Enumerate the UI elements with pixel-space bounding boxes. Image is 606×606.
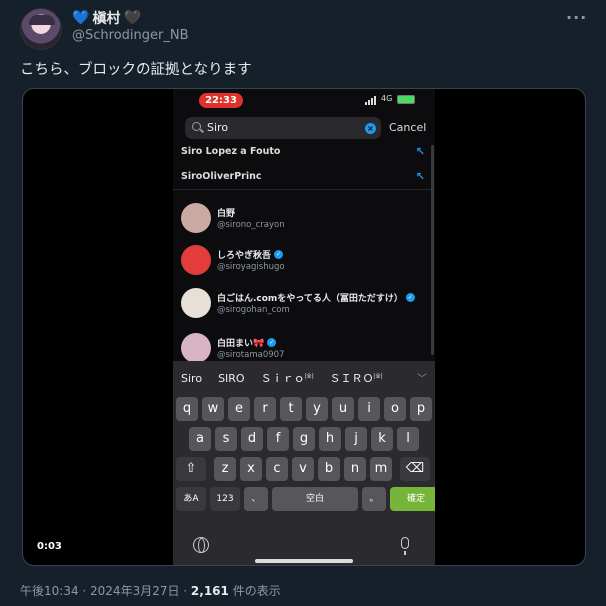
key-o[interactable]: o	[384, 397, 406, 421]
tweet-meta: 午後10:34 · 2024年3月27日 · 2,161 件の表示	[20, 582, 281, 599]
suggestion-text: SiroOliverPrinc	[181, 171, 262, 182]
kana-toggle-key[interactable]: あA	[176, 487, 206, 511]
key-e[interactable]: e	[228, 397, 250, 421]
key-w[interactable]: w	[202, 397, 224, 421]
key-h[interactable]: h	[319, 427, 341, 451]
author-avatar[interactable]	[20, 8, 62, 50]
suggestion-text: Siro Lopez a Fouto	[181, 146, 281, 157]
key-i[interactable]: i	[358, 397, 380, 421]
author-name[interactable]: 槇村	[92, 8, 120, 28]
user-handle: @sirono_crayon	[217, 220, 285, 230]
confirm-key[interactable]: 確定	[390, 487, 435, 511]
key-c[interactable]: c	[266, 457, 288, 481]
key-z[interactable]: z	[214, 457, 236, 481]
candidate-item[interactable]: Ｓｉｒｏ[全]	[261, 370, 314, 386]
avatar	[181, 245, 211, 275]
key-a[interactable]: a	[189, 427, 211, 451]
globe-icon[interactable]	[193, 537, 209, 553]
arrow-up-left-icon: ↖	[415, 170, 425, 183]
user-name: 白野	[217, 209, 236, 219]
key-x[interactable]: x	[240, 457, 262, 481]
avatar	[181, 333, 211, 363]
key-l[interactable]: l	[397, 427, 419, 451]
key-r[interactable]: r	[254, 397, 276, 421]
key-k[interactable]: k	[371, 427, 393, 451]
scrollbar[interactable]	[431, 145, 434, 355]
verified-badge-icon: ✓	[267, 338, 277, 347]
search-icon	[192, 122, 201, 131]
verified-badge-icon: ✓	[274, 250, 284, 259]
chevron-down-icon[interactable]: ﹀	[417, 370, 427, 385]
key-v[interactable]: v	[292, 457, 314, 481]
key-d[interactable]: d	[241, 427, 263, 451]
author-handle[interactable]: @Schrodinger_NB	[72, 28, 189, 43]
search-input[interactable]: Siro ×	[185, 117, 381, 139]
black-heart-icon: 🖤	[123, 10, 141, 26]
suggestion-item[interactable]: SiroOliverPrinc ↖	[181, 166, 427, 188]
key-g[interactable]: g	[293, 427, 315, 451]
comma-key[interactable]: 、	[244, 487, 268, 511]
status-bar: 22:33 4G	[173, 89, 435, 113]
user-result[interactable]: 白ごはん.comをやってる人（冨田ただすけ） ✓ @sirogohan_com	[181, 288, 427, 324]
search-value: Siro	[207, 121, 229, 134]
period-key[interactable]: 。	[362, 487, 386, 511]
tweet-time[interactable]: 午後10:34 · 2024年3月27日 ·	[20, 584, 191, 598]
more-options-icon[interactable]: ···	[566, 8, 587, 27]
battery-icon	[397, 95, 415, 104]
key-y[interactable]: y	[306, 397, 328, 421]
candidate-item[interactable]: SIRO	[218, 372, 245, 385]
view-suffix: 件の表示	[228, 584, 281, 598]
video-player[interactable]: 22:33 4G Siro × Cancel Siro Lopez a Fout…	[22, 88, 586, 566]
network-label: 4G	[381, 94, 393, 103]
key-b[interactable]: b	[318, 457, 340, 481]
microphone-icon[interactable]	[401, 537, 409, 555]
numbers-key[interactable]: 123	[210, 487, 240, 511]
candidate-item[interactable]: Siro	[181, 372, 202, 385]
video-timestamp: 0:03	[37, 541, 62, 552]
home-indicator	[255, 559, 353, 563]
key-f[interactable]: f	[267, 427, 289, 451]
key-n[interactable]: n	[344, 457, 366, 481]
key-m[interactable]: m	[370, 457, 392, 481]
shift-key[interactable]: ⇧	[176, 457, 206, 481]
key-j[interactable]: j	[345, 427, 367, 451]
view-count: 2,161	[190, 584, 229, 598]
suggestion-item[interactable]: Siro Lopez a Fouto ↖	[181, 141, 427, 163]
arrow-up-left-icon: ↖	[415, 145, 425, 158]
status-time: 22:33	[199, 93, 243, 108]
blue-heart-icon: 💙	[72, 10, 90, 26]
user-name: 白ごはん.comをやってる人（冨田ただすけ） ✓	[217, 293, 415, 304]
tweet-text: こちら、ブロックの証拠となります	[20, 62, 252, 78]
phone-screen: 22:33 4G Siro × Cancel Siro Lopez a Fout…	[173, 89, 435, 565]
key-u[interactable]: u	[332, 397, 354, 421]
space-key[interactable]: 空白	[272, 487, 358, 511]
user-handle: @sirotama0907	[217, 350, 285, 360]
key-t[interactable]: t	[280, 397, 302, 421]
user-name: しろやぎ秋吾 ✓	[217, 250, 284, 261]
user-handle: @siroyagishugo	[217, 262, 285, 272]
user-handle: @sirogohan_com	[217, 305, 290, 315]
user-result[interactable]: 白野 @sirono_crayon	[181, 203, 427, 239]
backspace-key[interactable]: ⌫	[400, 457, 430, 481]
user-result[interactable]: しろやぎ秋吾 ✓ @siroyagishugo	[181, 245, 427, 281]
avatar	[181, 288, 211, 318]
keyboard: Siro SIRO Ｓｉｒｏ[全] ＳＩＲＯ[全] ﹀ q w e r t y …	[173, 361, 435, 565]
key-s[interactable]: s	[215, 427, 237, 451]
signal-icon	[365, 96, 376, 105]
candidate-bar: Siro SIRO Ｓｉｒｏ[全] ＳＩＲＯ[全] ﹀	[173, 361, 435, 395]
avatar	[181, 203, 211, 233]
author-name-row[interactable]: 💙 槇村 🖤	[72, 8, 141, 28]
key-q[interactable]: q	[176, 397, 198, 421]
candidate-item[interactable]: ＳＩＲＯ[全]	[330, 370, 383, 386]
divider	[173, 189, 435, 190]
user-name: 白田まい🎀 ✓	[217, 338, 277, 349]
clear-search-icon[interactable]: ×	[365, 123, 376, 134]
cancel-button[interactable]: Cancel	[389, 121, 426, 134]
verified-badge-icon: ✓	[405, 293, 415, 302]
key-p[interactable]: p	[410, 397, 432, 421]
